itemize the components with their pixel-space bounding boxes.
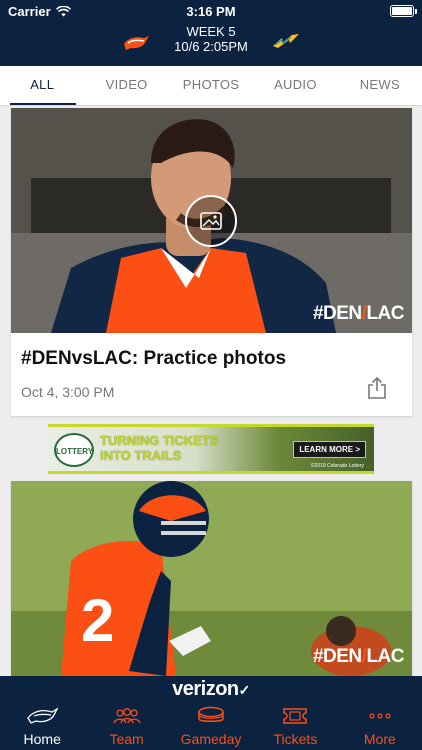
app-screen: Carrier 3:16 PM WEEK 5 10/6 2:05PM ALL V…: [0, 0, 422, 750]
photo-gallery-icon[interactable]: [185, 195, 237, 247]
nav-items: Home Team Gameday Tickets More: [0, 704, 422, 750]
game-datetime: 10/6 2:05PM: [174, 39, 248, 54]
tab-news[interactable]: NEWS: [338, 66, 422, 105]
den-lac-badge: #DEN/LAC: [312, 303, 405, 325]
battery-icon: [390, 5, 417, 17]
ad-headline-line2: INTO TRAILS: [100, 448, 182, 463]
badge-den-2: #DEN: [312, 646, 362, 667]
ad-copyright: ©2019 Colorado Lottery: [310, 463, 364, 469]
svg-text:2: 2: [81, 587, 114, 654]
ad-learn-more-button[interactable]: LEARN MORE >: [293, 441, 366, 458]
tab-photos[interactable]: PHOTOS: [169, 66, 253, 105]
top-header: Carrier 3:16 PM WEEK 5 10/6 2:05PM: [0, 0, 422, 66]
badge-lac: LAC: [366, 303, 404, 324]
team-people-icon: [112, 708, 141, 724]
nav-more[interactable]: More: [338, 704, 422, 750]
verizon-sponsor-logo: verizon✓: [0, 678, 422, 701]
game-week: WEEK 5: [186, 24, 236, 39]
sponsor-name: verizon: [172, 678, 239, 700]
game-info: WEEK 5 10/6 2:05PM: [0, 24, 422, 54]
chargers-bolt-icon: [273, 34, 299, 48]
status-bar: Carrier 3:16 PM: [0, 0, 422, 22]
badge-den: #DEN: [312, 303, 362, 324]
card-photo-2[interactable]: 2 #DEN/LAC: [11, 481, 412, 676]
colorado-lottery-ad[interactable]: LOTTERY TURNING TICKETS INTO TRAILS LEAR…: [48, 424, 374, 474]
broncos-logo-icon: [124, 36, 149, 50]
content-tabs: ALL VIDEO PHOTOS AUDIO NEWS: [0, 66, 422, 106]
nav-home[interactable]: Home: [0, 704, 84, 750]
nav-tickets-label: Tickets: [273, 731, 318, 747]
nav-home-label: Home: [23, 731, 61, 747]
nav-gameday[interactable]: Gameday: [169, 704, 253, 750]
ticket-icon: [283, 708, 308, 724]
nav-tickets[interactable]: Tickets: [253, 704, 337, 750]
ad-headline-line1: TURNING TICKETS: [100, 433, 219, 448]
nav-gameday-label: Gameday: [180, 731, 242, 747]
card-title[interactable]: #DENvsLAC: Practice photos: [21, 348, 286, 370]
nav-more-label: More: [363, 731, 396, 747]
content-card-2[interactable]: 2 #DEN/LAC: [11, 481, 412, 676]
stadium-icon: [198, 706, 224, 722]
nav-team-label: Team: [109, 731, 144, 747]
lottery-logo: LOTTERY: [54, 433, 94, 467]
image-icon: [200, 212, 222, 230]
nav-team[interactable]: Team: [84, 704, 168, 750]
tab-audio[interactable]: AUDIO: [253, 66, 337, 105]
sponsor-check: ✓: [238, 682, 251, 698]
bottom-navigation: verizon✓ Home Team Gameday Tickets More: [0, 676, 422, 750]
card-timestamp: Oct 4, 3:00 PM: [21, 384, 115, 400]
content-card-practice-photos[interactable]: #DEN/LAC #DENvsLAC: Practice photos Oct …: [11, 108, 412, 416]
badge-lac-2: LAC: [366, 646, 404, 667]
ad-headline: TURNING TICKETS INTO TRAILS: [100, 433, 218, 463]
tab-video[interactable]: VIDEO: [84, 66, 168, 105]
tab-all[interactable]: ALL: [0, 66, 84, 105]
clock: 3:16 PM: [186, 4, 236, 19]
card-photo[interactable]: #DEN/LAC: [11, 108, 412, 333]
more-dots-icon: [369, 713, 391, 719]
den-lac-badge-2: #DEN/LAC: [312, 646, 405, 668]
share-icon[interactable]: [366, 376, 388, 400]
broncos-head-icon: [27, 707, 59, 724]
